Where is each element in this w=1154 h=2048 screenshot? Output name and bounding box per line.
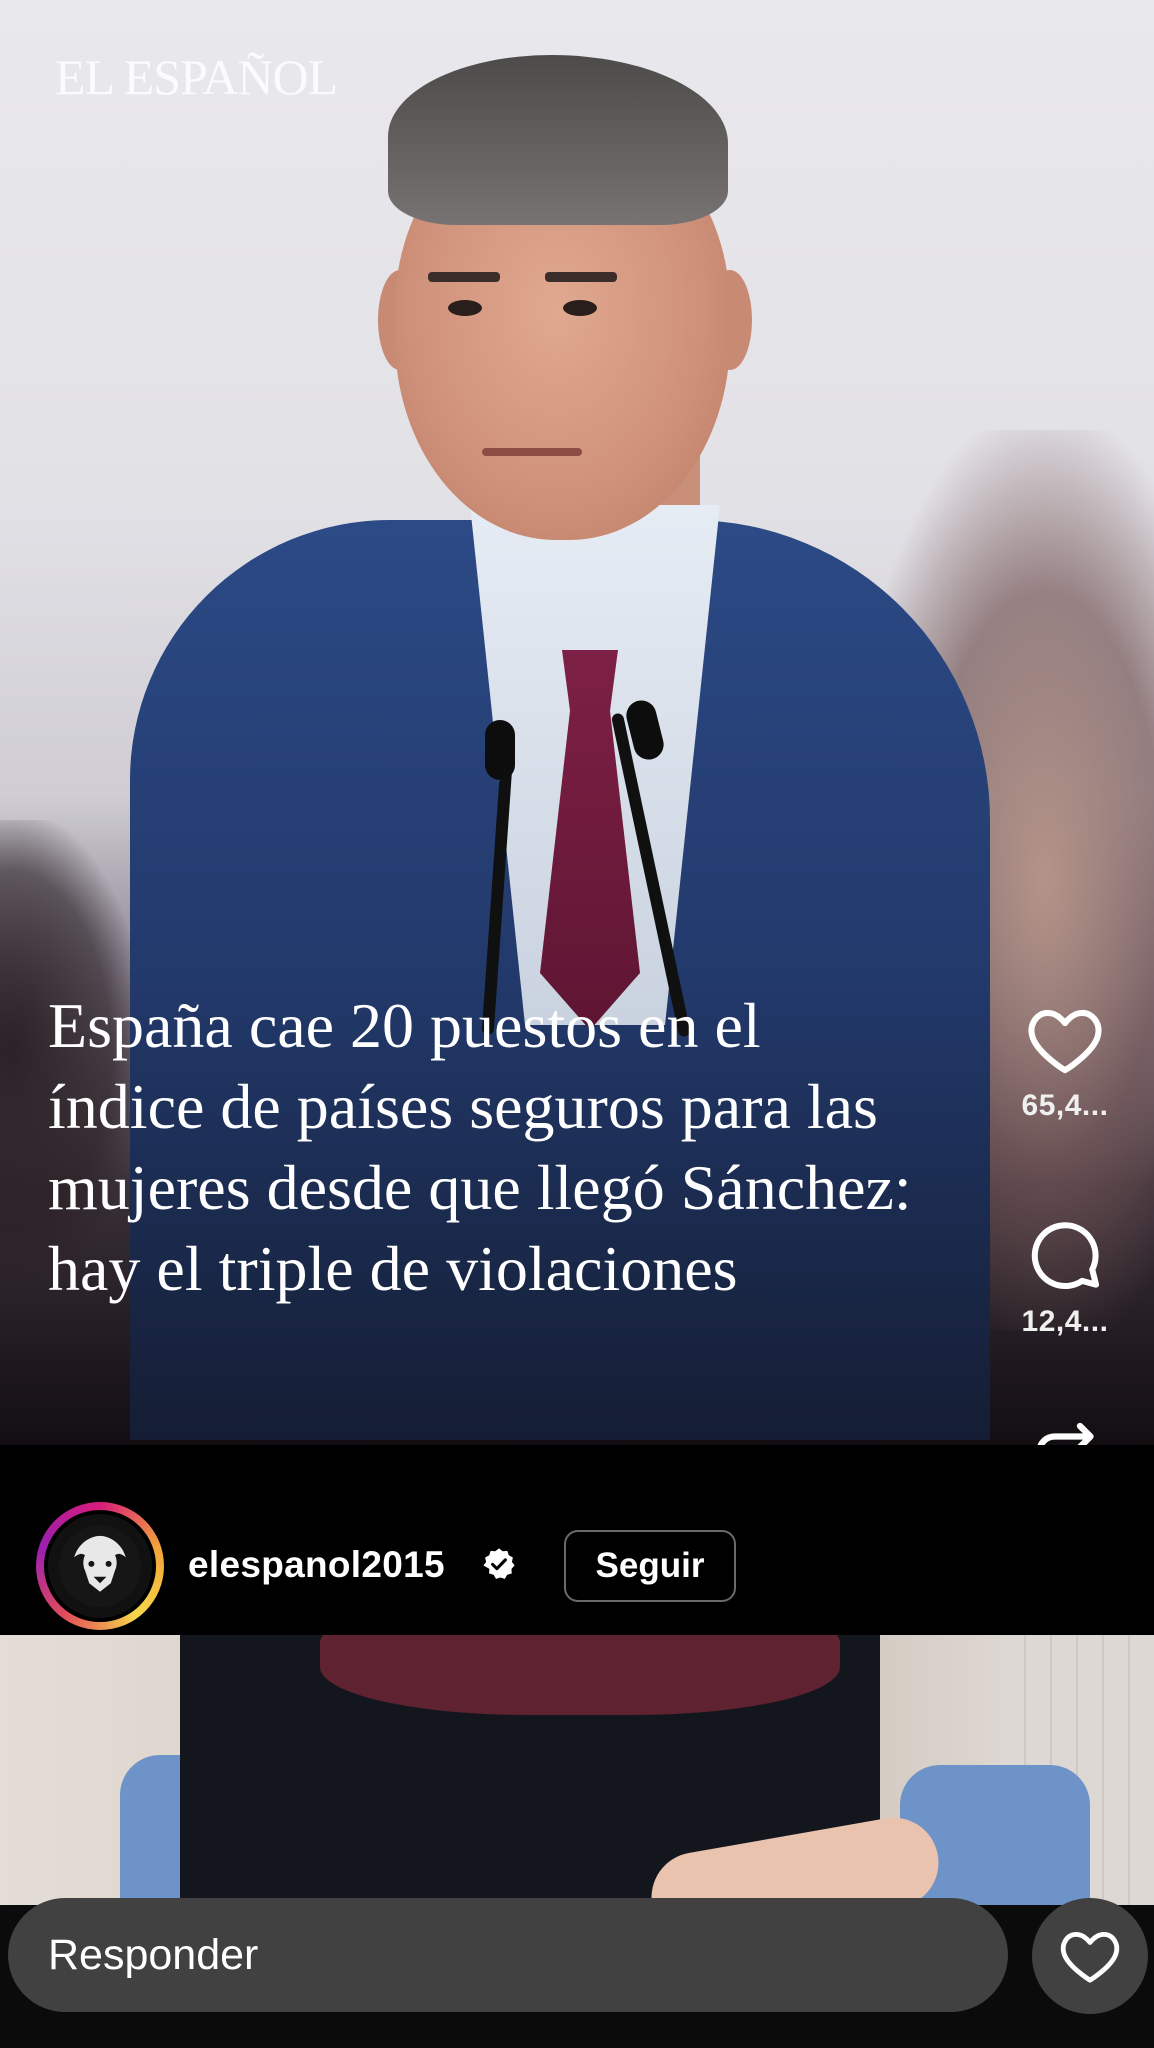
reel-photo[interactable]: EL ESPAÑOL España cae 20 puestos en el í…: [0, 0, 1154, 1445]
person-brow: [428, 272, 500, 282]
follow-button[interactable]: Seguir: [564, 1530, 736, 1602]
comment-action[interactable]: 12,4...: [990, 1215, 1140, 1339]
person-mouth: [482, 448, 582, 456]
like-count: 65,4...: [1021, 1089, 1109, 1122]
brand-watermark: EL ESPAÑOL: [55, 49, 338, 105]
verified-badge-icon: [483, 1548, 515, 1579]
reply-like-button[interactable]: [1032, 1898, 1148, 2014]
heart-icon: [1060, 1931, 1120, 1983]
comment-icon[interactable]: [1027, 1215, 1103, 1291]
microphone-head: [485, 720, 515, 780]
like-action[interactable]: 65,4...: [990, 1005, 1140, 1123]
reply-input[interactable]: Responder: [8, 1898, 1008, 2012]
comment-count: 12,4...: [1021, 1305, 1109, 1338]
person-eye: [563, 300, 597, 316]
lion-logo-icon: [59, 1525, 141, 1607]
person-eye: [448, 300, 482, 316]
avatar[interactable]: [44, 1510, 156, 1622]
person-hair: [388, 55, 728, 225]
heart-icon[interactable]: [1026, 1005, 1104, 1075]
person-brow: [545, 272, 617, 282]
post-headline: España cae 20 puestos en el índice de pa…: [48, 990, 912, 1304]
preview-hair: [320, 1635, 840, 1715]
author-username[interactable]: elespanol2015: [188, 1544, 445, 1586]
